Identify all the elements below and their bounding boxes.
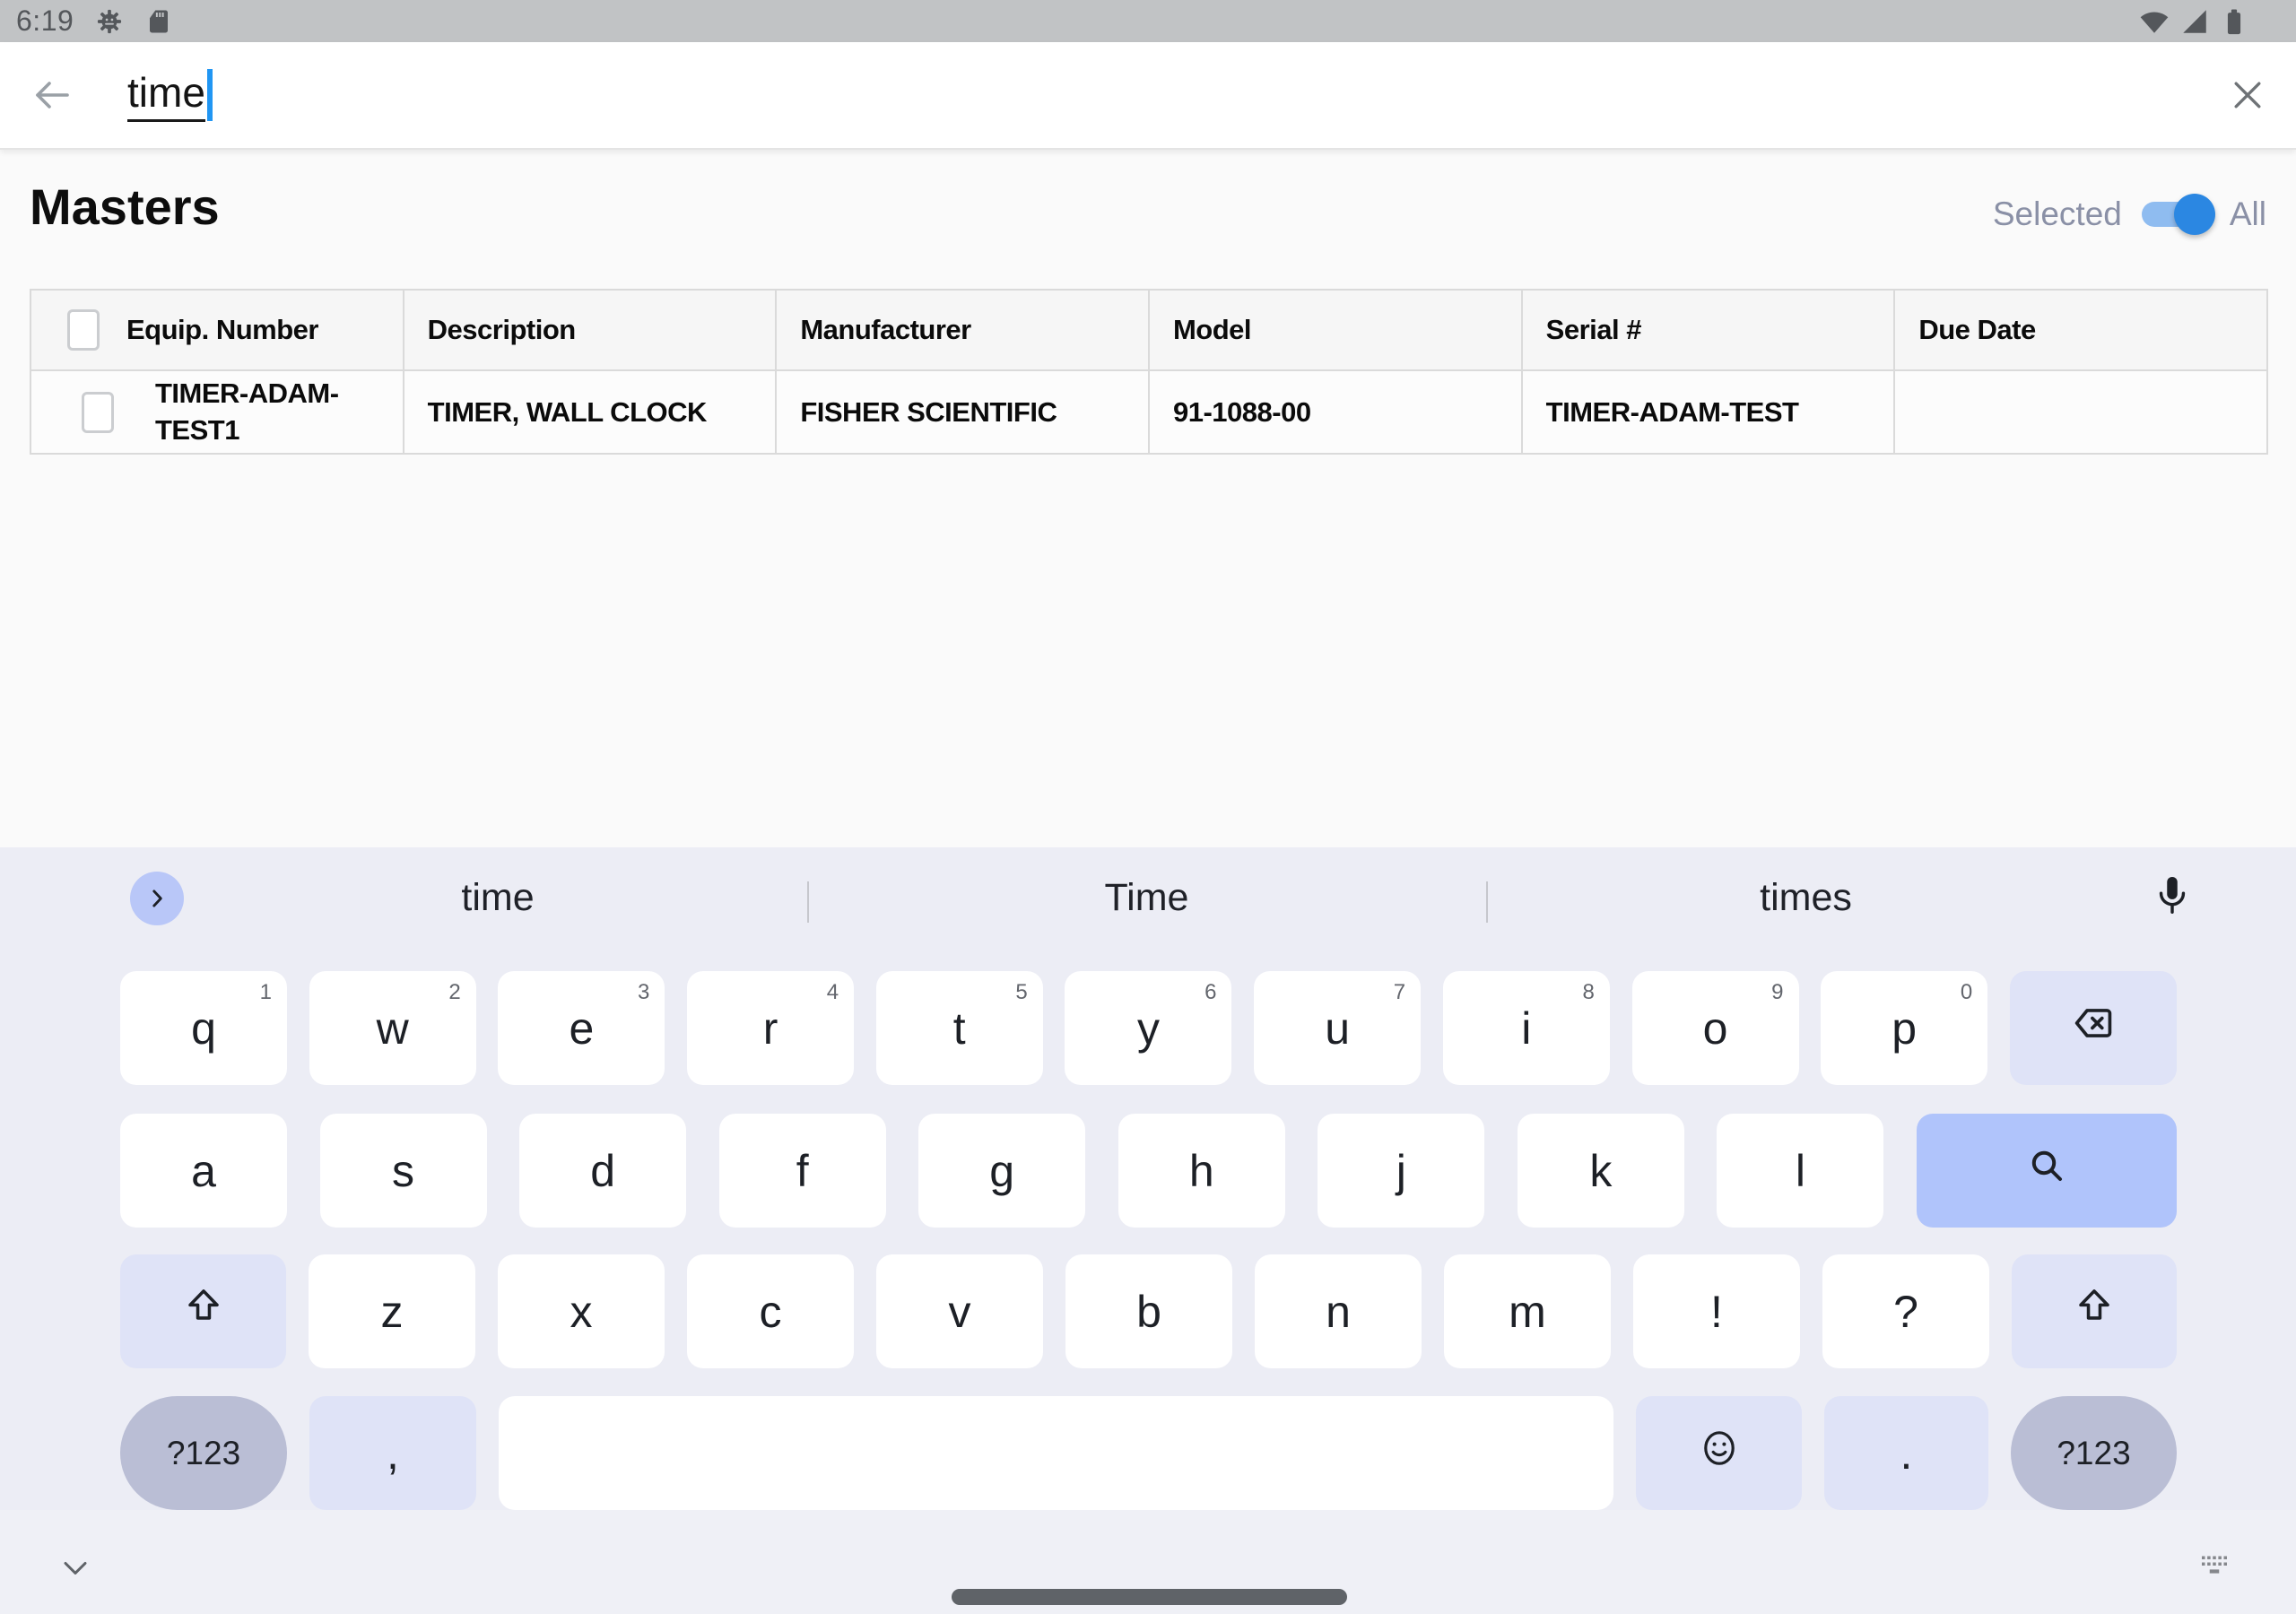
wifi-icon <box>2138 5 2170 38</box>
sd-card-icon <box>145 8 172 35</box>
page-title: Masters <box>30 178 220 236</box>
suggestion-divider <box>807 881 809 923</box>
search-bar: time <box>0 42 2296 150</box>
keyboard: time Time times 1q 2w 3e 4r 5t 6y 7u 8i … <box>0 847 2296 1614</box>
key-k[interactable]: k <box>1518 1114 1684 1228</box>
key-j[interactable]: j <box>1318 1114 1484 1228</box>
key-t[interactable]: 5t <box>876 971 1043 1085</box>
cell-equip-number: TIMER-ADAM-TEST1 <box>31 371 404 455</box>
key-r[interactable]: 4r <box>687 971 854 1085</box>
header-due-date: Due Date <box>1895 291 2268 371</box>
select-all-checkbox[interactable] <box>67 309 100 351</box>
suggestion-Time[interactable]: Time <box>807 847 1486 948</box>
selected-all-switch[interactable] <box>2142 202 2210 227</box>
cell-serial: TIMER-ADAM-TEST <box>1523 371 1896 455</box>
header-description: Description <box>404 291 778 371</box>
status-right-icons <box>2138 0 2249 42</box>
bottom-nav-bar <box>0 1510 2296 1614</box>
key-q[interactable]: 1q <box>120 971 287 1085</box>
comma-key[interactable]: , <box>309 1396 476 1510</box>
switch-thumb <box>2174 194 2215 235</box>
key-o[interactable]: 9o <box>1632 971 1799 1085</box>
key-m[interactable]: m <box>1444 1254 1611 1368</box>
search-enter-key[interactable] <box>1917 1114 2177 1228</box>
selected-all-toggle-group: Selected All <box>1993 195 2266 233</box>
table-header-row: Equip. Number Description Manufacturer M… <box>31 291 2268 371</box>
key-w[interactable]: 2w <box>309 971 476 1085</box>
backspace-key[interactable] <box>2010 971 2177 1085</box>
expand-suggestions-icon[interactable] <box>130 872 184 925</box>
symbols-key-left[interactable]: ?123 <box>120 1396 287 1510</box>
key-p[interactable]: 0p <box>1821 971 1987 1085</box>
text-cursor <box>207 69 213 121</box>
key-exclamation[interactable]: ! <box>1633 1254 1800 1368</box>
key-u[interactable]: 7u <box>1254 971 1421 1085</box>
key-x[interactable]: x <box>498 1254 665 1368</box>
header-equip-number: Equip. Number <box>31 291 404 371</box>
key-v[interactable]: v <box>876 1254 1043 1368</box>
key-h[interactable]: h <box>1118 1114 1285 1228</box>
key-g[interactable]: g <box>918 1114 1085 1228</box>
key-question[interactable]: ? <box>1822 1254 1989 1368</box>
header-model: Model <box>1150 291 1523 371</box>
mic-icon[interactable] <box>2149 871 2196 924</box>
back-arrow-icon[interactable] <box>30 74 74 117</box>
suggestion-time[interactable]: time <box>188 847 807 948</box>
key-i[interactable]: 8i <box>1443 971 1610 1085</box>
suggestion-divider <box>1486 881 1488 923</box>
header-serial: Serial # <box>1523 291 1896 371</box>
screen: 6:19 <box>0 0 2296 1614</box>
shift-icon <box>181 1284 226 1340</box>
symbols-key-right[interactable]: ?123 <box>2011 1396 2177 1510</box>
period-key[interactable]: . <box>1824 1396 1988 1510</box>
home-indicator[interactable] <box>952 1589 1347 1605</box>
space-key[interactable] <box>499 1396 1613 1510</box>
toggle-label-selected: Selected <box>1993 195 2122 233</box>
gear-icon <box>95 7 124 36</box>
keyboard-icon[interactable] <box>2196 1549 2233 1586</box>
key-d[interactable]: d <box>519 1114 686 1228</box>
key-b[interactable]: b <box>1065 1254 1232 1368</box>
key-l[interactable]: l <box>1717 1114 1883 1228</box>
collapse-keyboard-icon[interactable] <box>56 1548 95 1592</box>
search-query-text: time <box>127 68 205 122</box>
masters-table: Equip. Number Description Manufacturer M… <box>30 289 2268 455</box>
keyboard-row-1: 1q 2w 3e 4r 5t 6y 7u 8i 9o 0p <box>120 971 2177 1085</box>
cell-model: 91-1088-00 <box>1150 371 1523 455</box>
battery-icon <box>2219 6 2249 37</box>
key-s[interactable]: s <box>320 1114 487 1228</box>
key-e[interactable]: 3e <box>498 971 665 1085</box>
keyboard-row-2: a s d f g h j k l <box>120 1114 2177 1228</box>
keyboard-row-3: z x c v b n m ! ? <box>120 1254 2177 1368</box>
backspace-icon <box>2070 1000 2117 1057</box>
row-checkbox[interactable] <box>82 392 114 433</box>
suggestion-times[interactable]: times <box>1486 847 2126 948</box>
key-c[interactable]: c <box>687 1254 854 1368</box>
shift-key-right[interactable] <box>2012 1254 2177 1368</box>
status-bar: 6:19 <box>0 0 2296 42</box>
close-icon[interactable] <box>2226 74 2269 117</box>
search-input[interactable]: time <box>127 68 2226 122</box>
cell-description: TIMER, WALL CLOCK <box>404 371 778 455</box>
cellular-signal-icon <box>2179 6 2210 37</box>
key-a[interactable]: a <box>120 1114 287 1228</box>
key-y[interactable]: 6y <box>1065 971 1231 1085</box>
equip-number-text: TIMER-ADAM-TEST1 <box>155 376 375 448</box>
keyboard-row-4: ?123 , . ?123 <box>120 1396 2177 1510</box>
shift-key-left[interactable] <box>120 1254 286 1368</box>
status-time: 6:19 <box>16 4 74 38</box>
cell-manufacturer: FISHER SCIENTIFIC <box>777 371 1150 455</box>
cell-due-date <box>1895 371 2268 455</box>
key-z[interactable]: z <box>309 1254 475 1368</box>
emoji-icon <box>1698 1427 1741 1480</box>
header-label: Equip. Number <box>126 314 318 346</box>
key-n[interactable]: n <box>1255 1254 1422 1368</box>
key-f[interactable]: f <box>719 1114 886 1228</box>
search-icon <box>2025 1144 2068 1198</box>
table-row[interactable]: TIMER-ADAM-TEST1 TIMER, WALL CLOCK FISHE… <box>31 371 2268 455</box>
shift-icon <box>2072 1284 2117 1340</box>
emoji-key[interactable] <box>1636 1396 1802 1510</box>
header-manufacturer: Manufacturer <box>777 291 1150 371</box>
toggle-label-all: All <box>2230 195 2266 233</box>
